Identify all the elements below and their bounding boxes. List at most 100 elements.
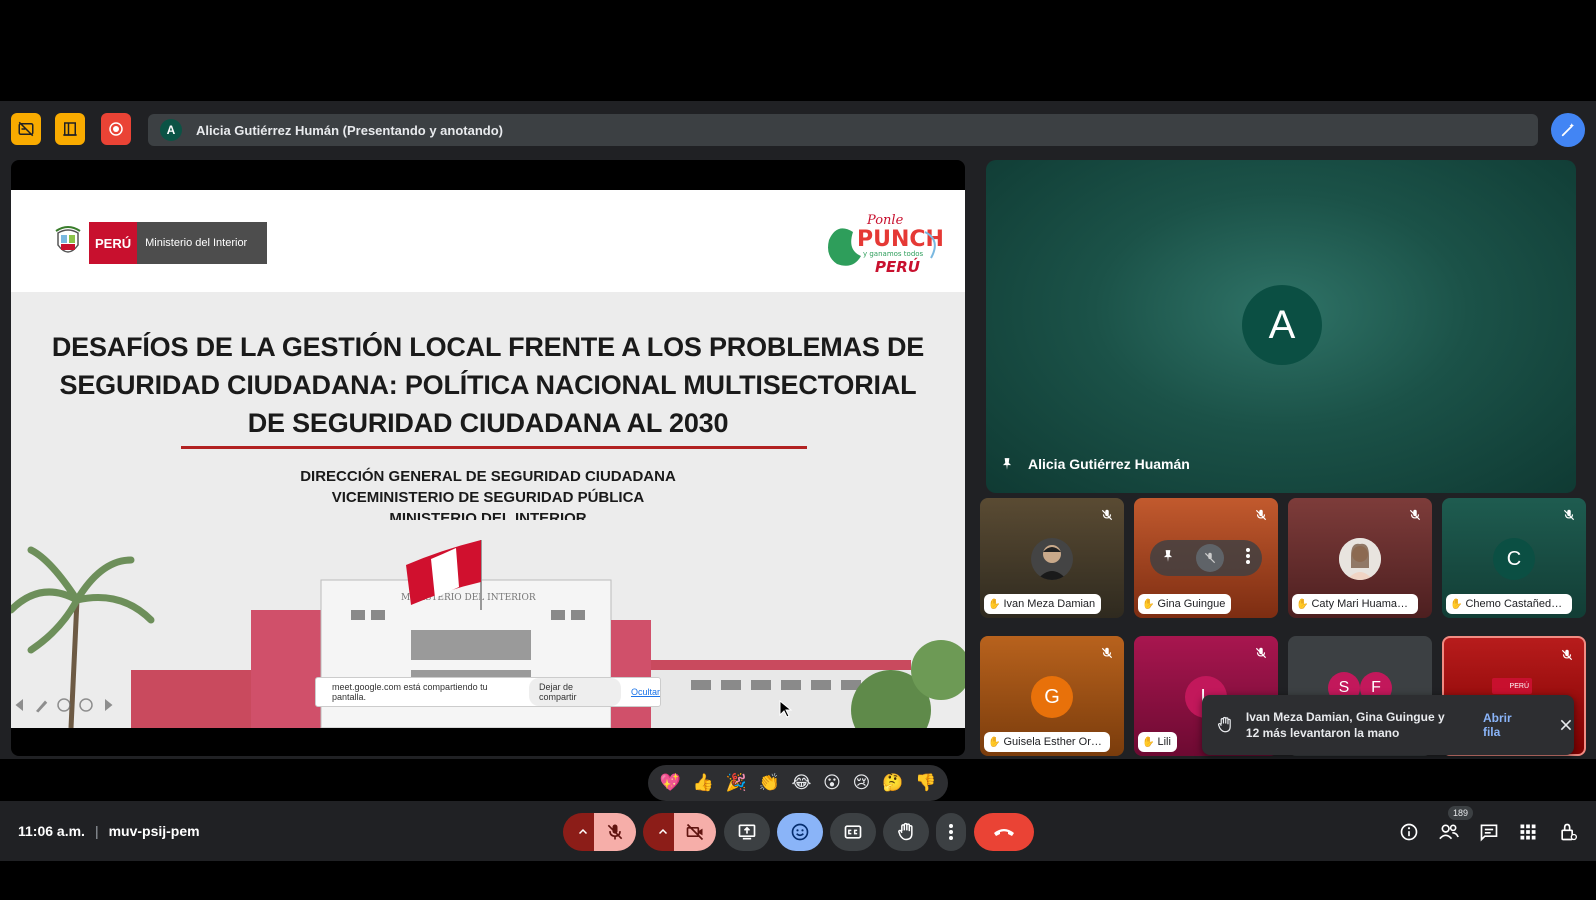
participants-count-badge: 189 xyxy=(1448,806,1474,820)
more-options-icon[interactable] xyxy=(1245,547,1251,569)
ministerio-logo: PERÚ Ministerio del Interior xyxy=(53,222,268,264)
open-queue-button[interactable]: Abrir fila xyxy=(1483,711,1532,739)
host-controls-icon[interactable] xyxy=(1555,819,1581,845)
meeting-code: muv-psij-pem xyxy=(108,823,200,839)
participant-tile[interactable]: ✋ Gina Guingue xyxy=(1134,498,1278,618)
reaction-thumbs-down[interactable]: 👎 xyxy=(915,773,936,793)
ministerio-label: Ministerio del Interior xyxy=(137,222,268,264)
top-bar: A Alicia Gutiérrez Humán (Presentando y … xyxy=(0,101,1596,159)
emoji-icon xyxy=(791,823,809,841)
mute-participant-icon[interactable] xyxy=(1195,544,1224,572)
participant-name: Chemo Castañeda v... xyxy=(1465,598,1566,610)
pinned-name-label: Alicia Gutiérrez Huamán xyxy=(1028,456,1190,472)
shared-screen: PERÚ Ministerio del Interior Ponle PUNCH… xyxy=(11,160,965,756)
presentation-slide: PERÚ Ministerio del Interior Ponle PUNCH… xyxy=(11,190,965,728)
magic-pen-icon[interactable] xyxy=(1551,113,1585,147)
prev-slide-icon[interactable] xyxy=(11,696,29,714)
meeting-details-icon[interactable] xyxy=(1396,819,1422,845)
participant-name-tag: ✋ Ivan Meza Damian xyxy=(984,594,1102,614)
leave-call-button[interactable] xyxy=(974,813,1034,851)
slide-title-line: SEGURIDAD CIUDADANA: POLÍTICA NACIONAL M… xyxy=(59,370,917,400)
participant-name-tag: ✋ Lili xyxy=(1138,732,1177,752)
participant-tile[interactable]: ✋Caty Mari Huaman C... xyxy=(1288,498,1432,618)
svg-text:PUNCHE: PUNCHE xyxy=(857,227,943,252)
people-icon[interactable] xyxy=(1436,819,1462,845)
companion-mode-icon[interactable] xyxy=(55,113,85,145)
close-icon[interactable] xyxy=(1558,717,1574,733)
reaction-sad[interactable]: 😢 xyxy=(853,773,871,793)
reaction-thumbs-up[interactable]: 👍 xyxy=(693,773,714,793)
mouse-cursor-icon xyxy=(779,700,793,718)
pen-icon[interactable] xyxy=(33,696,51,714)
mic-off-icon xyxy=(1098,644,1116,662)
participant-avatar: A xyxy=(1242,285,1322,365)
mic-off-icon xyxy=(1252,506,1270,524)
activities-icon[interactable] xyxy=(1515,819,1541,845)
participant-photo xyxy=(1031,538,1073,580)
raised-hand-icon: ✋ xyxy=(988,736,1001,748)
tile-hover-controls xyxy=(1150,540,1262,576)
present-screen-button[interactable] xyxy=(724,813,770,851)
slide-title: DESAFÍOS DE LA GESTIÓN LOCAL FRENTE A LO… xyxy=(51,328,925,442)
captions-button[interactable] xyxy=(830,813,876,851)
hide-notice-link[interactable]: Ocultar xyxy=(631,687,660,697)
svg-text:Ponle: Ponle xyxy=(866,213,904,228)
mic-off-icon xyxy=(1560,506,1578,524)
bottom-control-bar: 11:06 a.m. | muv-psij-pem 189 xyxy=(0,801,1596,861)
microphone-toggle-button[interactable] xyxy=(594,813,636,851)
zoom-out-icon[interactable] xyxy=(55,696,73,714)
chevron-up-icon xyxy=(578,828,588,835)
captions-icon xyxy=(844,825,862,839)
participant-name: Guisela Esther Orih... xyxy=(1003,736,1104,748)
end-call-icon xyxy=(994,829,1014,836)
participant-avatar: C xyxy=(1493,538,1535,580)
raised-hand-icon: ✋ xyxy=(988,598,1001,610)
pin-icon xyxy=(1002,458,1012,470)
captions-off-icon[interactable] xyxy=(11,113,41,145)
hand-icon xyxy=(898,822,913,841)
present-screen-icon xyxy=(738,824,756,840)
raise-hand-button[interactable] xyxy=(883,813,929,851)
slide-title-line: DE SEGURIDAD CIUDADANA AL 2030 xyxy=(247,408,729,438)
toast-message: Ivan Meza Damian, Gina Guingue y 12 más … xyxy=(1245,710,1445,740)
slide-header: PERÚ Ministerio del Interior Ponle PUNCH… xyxy=(11,190,965,292)
peru-coat-of-arms-icon xyxy=(55,226,81,253)
meeting-stage: PERÚ Ministerio del Interior Ponle PUNCH… xyxy=(0,159,1596,759)
camera-toggle-button[interactable] xyxy=(674,813,716,851)
reaction-thinking[interactable]: 🤔 xyxy=(882,773,903,793)
presenting-text: Alicia Gutiérrez Humán (Presentando y an… xyxy=(196,122,503,138)
participant-photo xyxy=(1339,538,1381,580)
participant-name: Lili xyxy=(1157,736,1171,748)
participant-name: Ivan Meza Damian xyxy=(1003,598,1096,610)
pin-icon[interactable] xyxy=(1161,549,1175,568)
zoom-in-icon[interactable] xyxy=(77,696,95,714)
presenting-banner[interactable]: A Alicia Gutiérrez Humán (Presentando y … xyxy=(148,114,1538,146)
pinned-participant-tile[interactable]: A Alicia Gutiérrez Huamán xyxy=(986,160,1576,493)
reactions-bar: 💖 👍 🎉 👏 😂 😮 😢 🤔 👎 xyxy=(648,765,948,801)
participant-name-tag: ✋ Guisela Esther Orih... xyxy=(984,732,1110,752)
next-slide-icon[interactable] xyxy=(99,696,117,714)
ponle-punche-logo: Ponle PUNCHE y ganamos todos PERÚ xyxy=(828,213,943,276)
peru-badge: PERÚ xyxy=(1492,678,1532,694)
reaction-party-popper[interactable]: 🎉 xyxy=(726,773,747,793)
reaction-sparkling-heart[interactable]: 💖 xyxy=(660,773,681,793)
participant-tile[interactable]: ✋ Ivan Meza Damian xyxy=(980,498,1124,618)
chevron-up-icon xyxy=(658,828,668,835)
recording-icon[interactable] xyxy=(101,113,131,145)
slide-subtitle-line: DIRECCIÓN GENERAL DE SEGURIDAD CIUDADANA xyxy=(300,468,676,485)
reaction-clapping[interactable]: 👏 xyxy=(759,773,780,793)
more-options-button[interactable] xyxy=(936,813,966,851)
participant-tile[interactable]: G ✋ Guisela Esther Orih... xyxy=(980,636,1124,756)
reactions-button[interactable] xyxy=(777,813,823,851)
participant-tile[interactable]: C ✋ Chemo Castañeda v... xyxy=(1442,498,1586,618)
reaction-surprised[interactable]: 😮 xyxy=(823,773,841,793)
reaction-laughing[interactable]: 😂 xyxy=(791,773,811,793)
slide-divider xyxy=(181,446,807,449)
chat-icon[interactable] xyxy=(1476,819,1502,845)
raised-hand-icon: ✋ xyxy=(1296,598,1309,610)
svg-text:y ganamos todos: y ganamos todos xyxy=(863,250,924,258)
raised-hand-icon xyxy=(1217,716,1231,733)
stop-sharing-button[interactable]: Dejar de compartir xyxy=(528,678,621,706)
more-vert-icon xyxy=(949,824,953,840)
participant-name: Gina Guingue xyxy=(1157,598,1226,610)
